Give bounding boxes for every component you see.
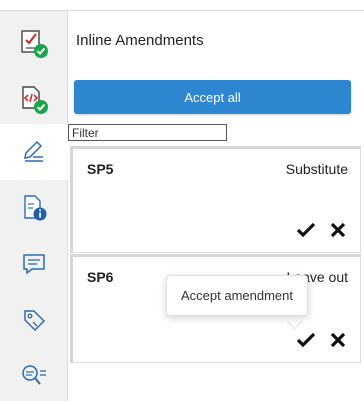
panel-title: Inline Amendments	[76, 32, 204, 49]
sidebar-item-tags[interactable]	[0, 292, 67, 348]
amendment-actions	[296, 332, 348, 352]
checkmark-icon	[296, 332, 316, 353]
sidebar-item-checklist[interactable]	[0, 15, 67, 71]
amendment-code: SP6	[87, 269, 114, 285]
sidebar-item-amendments[interactable]	[0, 124, 68, 180]
sidebar	[0, 11, 68, 401]
sidebar-item-code[interactable]	[0, 71, 67, 127]
amendments-panel: Inline Amendments Accept all SP5 Substit…	[68, 11, 362, 401]
checkmark-icon	[296, 222, 316, 243]
filter-input[interactable]	[68, 124, 227, 141]
sidebar-item-search[interactable]	[0, 348, 67, 404]
comment-icon	[21, 251, 47, 277]
document-info-icon	[20, 193, 48, 223]
amendment-actions	[296, 222, 348, 242]
sidebar-item-info[interactable]	[0, 180, 67, 236]
accept-all-button[interactable]: Accept all	[74, 80, 351, 114]
sidebar-item-comments[interactable]	[0, 236, 67, 292]
amendment-type: Substitute	[285, 161, 348, 177]
close-icon	[330, 332, 346, 353]
search-list-icon	[20, 363, 48, 389]
close-icon	[330, 222, 346, 243]
tag-icon	[21, 307, 47, 333]
amendment-code: SP5	[87, 161, 114, 177]
reject-amendment-button[interactable]	[328, 332, 348, 352]
tooltip: Accept amendment	[166, 275, 309, 316]
accept-amendment-button[interactable]	[296, 222, 316, 242]
amendment-card: SP5 Substitute	[70, 146, 361, 253]
accept-amendment-button[interactable]	[296, 332, 316, 352]
code-approved-icon	[18, 82, 50, 116]
checklist-approved-icon	[18, 26, 50, 60]
reject-amendment-button[interactable]	[328, 222, 348, 242]
edit-document-icon	[20, 138, 48, 166]
